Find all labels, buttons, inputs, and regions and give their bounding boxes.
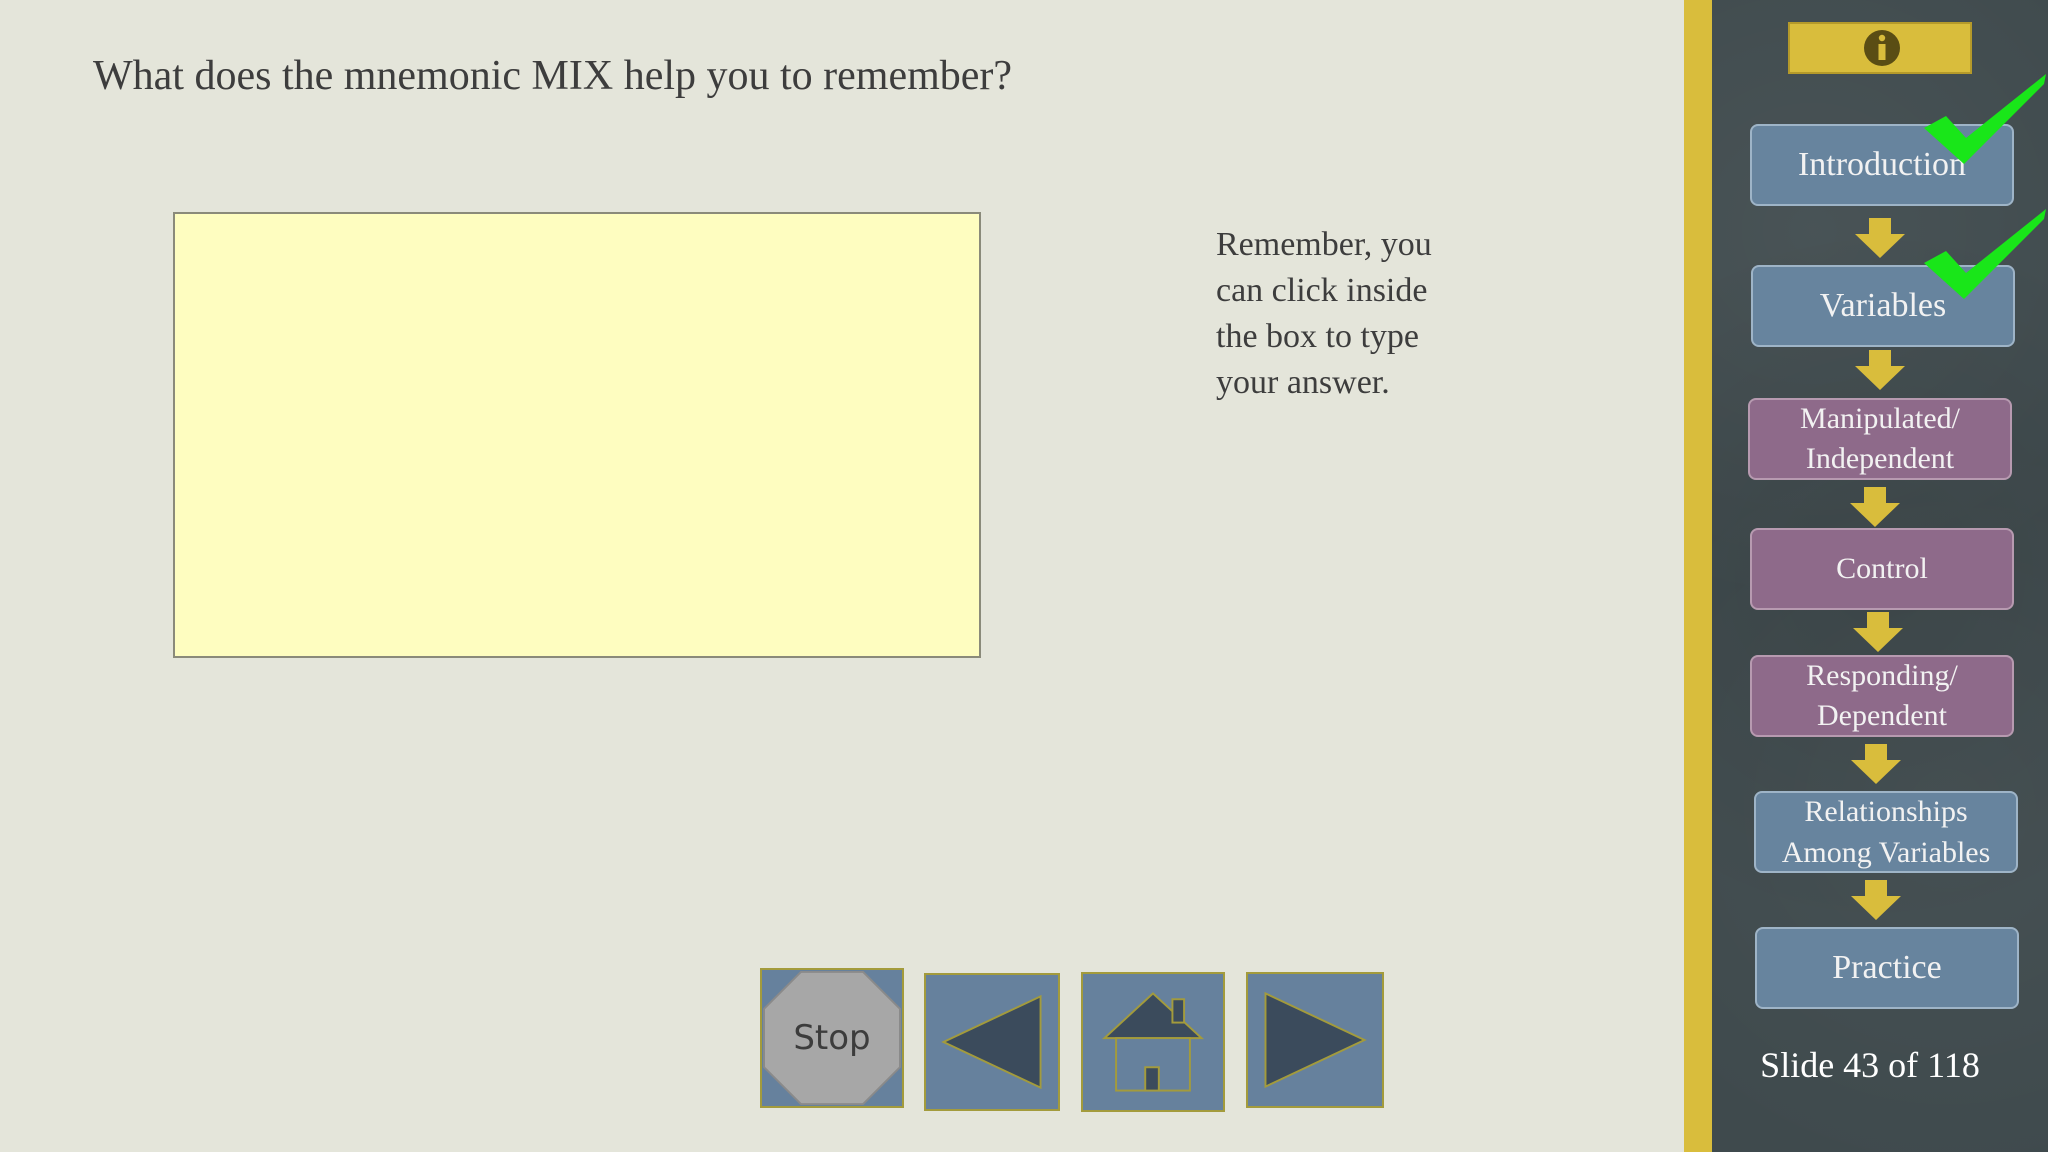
hint-text: Remember, you can click inside the box t…: [1216, 226, 1432, 401]
down-arrow-icon: [1855, 218, 1905, 258]
step-relationships[interactable]: Relationships Among Variables: [1754, 791, 2018, 873]
stop-button[interactable]: Stop: [760, 968, 904, 1108]
sidebar-divider: [1684, 0, 1712, 1152]
checkmark-icon: [1924, 74, 2046, 164]
back-arrow-icon: [941, 994, 1042, 1090]
step-responding-dependent[interactable]: Responding/ Dependent: [1750, 655, 2014, 737]
step-label: Responding/ Dependent: [1806, 659, 1958, 732]
checkmark-icon: [1924, 209, 2046, 299]
stop-label: Stop: [793, 1018, 871, 1058]
slide-content: What does the mnemonic MIX help you to r…: [0, 0, 1684, 1152]
step-label: Control: [1836, 552, 1928, 585]
forward-arrow-icon: [1264, 991, 1367, 1089]
answer-input[interactable]: [173, 212, 981, 658]
step-control[interactable]: Control: [1750, 528, 2014, 610]
question-text: What does the mnemonic MIX help you to r…: [93, 53, 1013, 99]
down-arrow-icon: [1851, 880, 1901, 920]
back-button[interactable]: [924, 973, 1060, 1111]
info-icon: [1864, 30, 1900, 66]
step-label: Relationships Among Variables: [1781, 795, 1991, 869]
down-arrow-icon: [1853, 612, 1903, 652]
step-label: Manipulated/ Independent: [1800, 402, 1960, 475]
home-icon: [1101, 992, 1205, 1092]
down-arrow-icon: [1851, 744, 1901, 784]
forward-button[interactable]: [1246, 972, 1384, 1108]
down-arrow-icon: [1850, 487, 1900, 527]
home-button[interactable]: [1081, 972, 1225, 1112]
step-practice[interactable]: Practice: [1755, 927, 2019, 1009]
step-label: Practice: [1832, 949, 1942, 986]
step-manipulated-independent[interactable]: Manipulated/ Independent: [1748, 398, 2012, 480]
info-button[interactable]: [1788, 22, 1972, 74]
slide-counter: Slide 43 of 118: [1760, 1045, 1980, 1085]
down-arrow-icon: [1855, 350, 1905, 390]
